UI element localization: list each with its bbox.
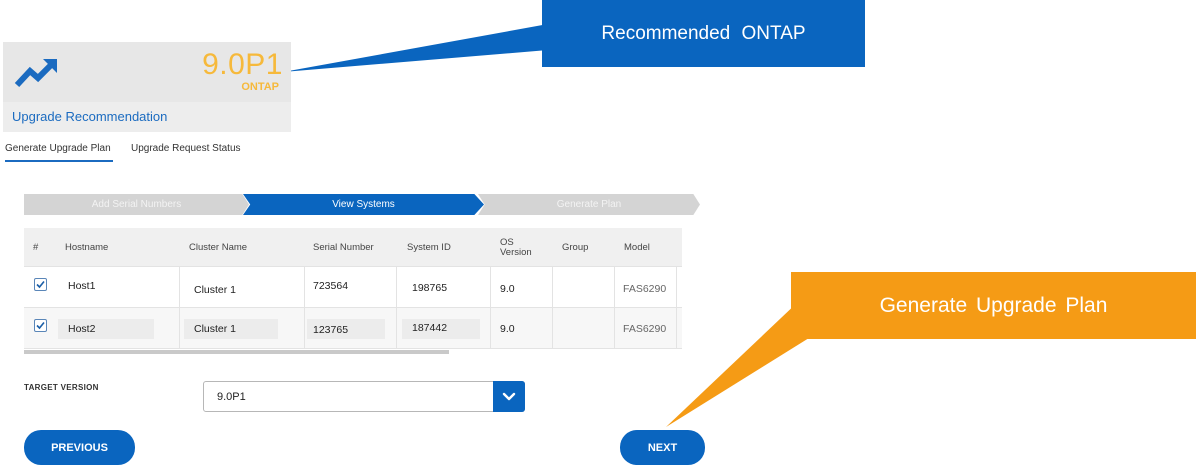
system-id-cell: 187442 [412, 322, 448, 334]
model-cell: FAS6290 [623, 323, 667, 335]
row-divider [24, 348, 682, 349]
serial-number-cell: 123765 [313, 324, 349, 336]
callout-generate-upgrade-plan: Generate Upgrade Plan [791, 272, 1196, 339]
systems-table: # Hostname Cluster Name Serial Number Sy… [24, 228, 682, 350]
column-divider [490, 266, 491, 348]
os-version-cell: 9.0 [500, 283, 515, 295]
hostname-cell: Host1 [68, 280, 96, 292]
step-generate-plan[interactable]: Generate Plan [478, 194, 700, 215]
cluster-name-cell: Cluster 1 [194, 284, 237, 296]
active-tab-indicator [5, 160, 113, 162]
row-checkbox[interactable] [34, 319, 47, 332]
column-divider [614, 266, 615, 348]
target-version-label: TARGET VERSION [24, 383, 99, 392]
hostname-cell: Host2 [68, 323, 96, 335]
checkmark-icon [36, 280, 45, 289]
cluster-name-cell: Cluster 1 [194, 323, 237, 335]
column-header-system-id[interactable]: System ID [407, 243, 451, 253]
column-header-os-line2: Version [500, 247, 532, 258]
column-header-number: # [33, 242, 39, 253]
step-view-systems[interactable]: View Systems [243, 194, 484, 215]
chevron-down-icon [502, 392, 516, 401]
column-divider [552, 266, 553, 348]
row-divider [24, 307, 682, 308]
column-header-serial-number[interactable]: Serial Number [313, 243, 374, 253]
column-divider [676, 266, 677, 348]
column-divider [396, 266, 397, 348]
previous-button[interactable]: PREVIOUS [24, 430, 135, 465]
row-checkbox[interactable] [34, 278, 47, 291]
callout-recommended-ontap: Recommended ONTAP [542, 0, 865, 67]
target-version-value: 9.0P1 [217, 391, 246, 403]
step-add-serial-numbers[interactable]: Add Serial Numbers [24, 194, 249, 215]
column-divider [304, 266, 305, 348]
recommended-version: 9.0P1 [202, 48, 283, 81]
horizontal-scrollbar[interactable] [24, 350, 449, 354]
trending-up-icon [14, 59, 57, 88]
card-title: Upgrade Recommendation [12, 109, 168, 124]
tab-upgrade-request-status[interactable]: Upgrade Request Status [131, 143, 241, 154]
row-divider [24, 266, 682, 267]
column-header-cluster-name[interactable]: Cluster Name [189, 243, 247, 253]
column-header-model[interactable]: Model [624, 243, 650, 253]
ontap-callout-pointer [283, 24, 548, 72]
column-header-hostname[interactable]: Hostname [65, 243, 108, 253]
column-divider [179, 266, 180, 348]
serial-number-cell: 723564 [313, 280, 349, 292]
recommended-os-label: ONTAP [241, 81, 279, 93]
target-version-dropdown-button[interactable] [493, 381, 525, 412]
next-button[interactable]: NEXT [620, 430, 705, 465]
model-cell: FAS6290 [623, 283, 667, 295]
system-id-cell: 198765 [412, 282, 448, 294]
column-header-os-version[interactable]: OS Version [500, 238, 532, 258]
tab-generate-upgrade-plan[interactable]: Generate Upgrade Plan [5, 143, 111, 154]
table-row [24, 266, 682, 307]
column-header-group[interactable]: Group [562, 243, 588, 253]
target-version-select[interactable]: 9.0P1 [203, 381, 525, 412]
upgrade-recommendation-card[interactable]: 9.0P1 ONTAP Upgrade Recommendation [3, 42, 291, 132]
os-version-cell: 9.0 [500, 323, 515, 335]
checkmark-icon [36, 321, 45, 330]
